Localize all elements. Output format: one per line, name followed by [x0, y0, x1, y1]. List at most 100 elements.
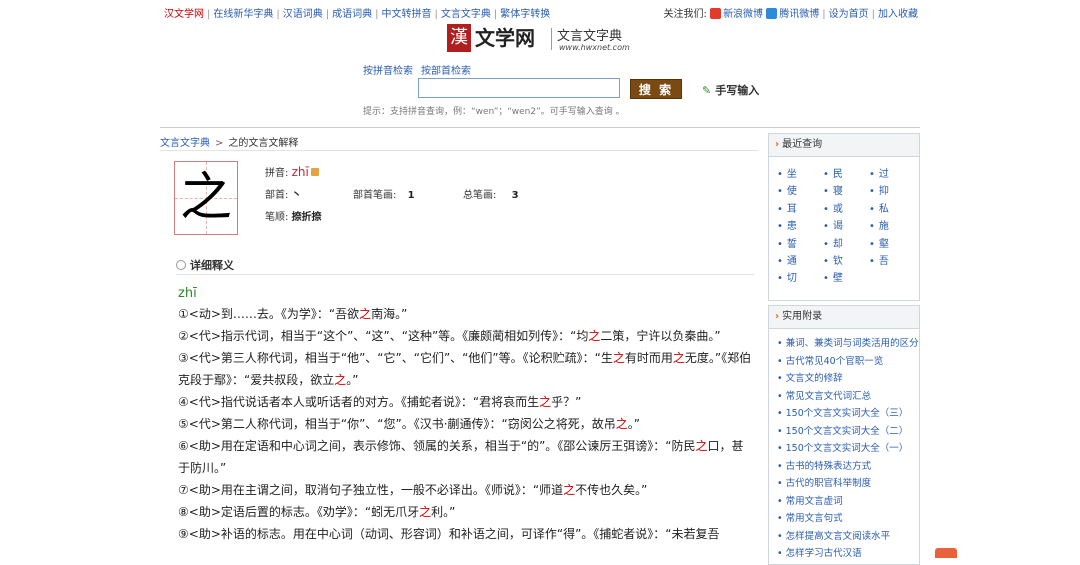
definition-text: 有时而用: [624, 351, 673, 365]
appendix-link[interactable]: • 150个文言文实词大全（三）: [777, 405, 919, 423]
search-input[interactable]: [418, 78, 620, 98]
recent-query-item[interactable]: • 或: [823, 200, 843, 215]
appendix-link[interactable]: • 怎样学习古代汉语: [777, 545, 919, 563]
bullet-icon: •: [823, 203, 829, 215]
nav-link-wenyan[interactable]: 文言文字典: [441, 9, 491, 20]
recent-queries-title: 最近查询: [782, 139, 823, 150]
recent-query-item[interactable]: • 誓: [777, 235, 797, 250]
recent-query-item[interactable]: • 切: [777, 269, 797, 284]
definition-item: ⑤<代>第二人称代词，相当于“你”、“您”。《汉书·蒯通传》：“窃闵公之将死，故…: [178, 413, 754, 435]
nav-link-xinhua[interactable]: 在线新华字典: [213, 9, 273, 20]
recent-query-item[interactable]: • 患: [777, 217, 797, 232]
definition-text: ⑦<助>用在主谓之间，取消句子独立性，一般不必译出。《师说》：“师道: [178, 483, 564, 497]
definition-text: ⑧<助>定语后置的标志。《劝学》：“蚓无爪牙: [178, 505, 420, 519]
handwrite-button[interactable]: ✎ 手写输入: [702, 82, 759, 98]
appendix-link[interactable]: • 常用文言句式: [777, 510, 919, 528]
appendix-link[interactable]: • 常见文言文代词汇总: [777, 388, 919, 406]
recent-query-item[interactable]: • 钦: [823, 252, 843, 267]
breadcrumb-root[interactable]: 文言文字典: [160, 138, 210, 149]
follow-label: 关注我们:: [663, 9, 707, 20]
top-right-links: 关注我们: 新浪微博 腾讯微博 | 设为首页 | 加入收藏: [663, 8, 918, 20]
recent-query-item[interactable]: • 却: [823, 235, 843, 250]
recent-query-label: 切: [786, 273, 797, 285]
bullet-icon: •: [869, 221, 875, 233]
recent-query-item[interactable]: • 民: [823, 165, 843, 180]
definition-text: ④<代>指代说话者本人或听话者的对方。《捕蛇者说》：“君将哀而生: [178, 395, 540, 409]
recent-query-item[interactable]: • 私: [869, 200, 889, 215]
recent-query-label: 过: [878, 169, 889, 180]
appendix-header: › 实用附录: [769, 306, 919, 329]
search-modes: 按拼音检索 按部首检索: [363, 62, 479, 77]
recent-query-item[interactable]: • 施: [869, 217, 889, 232]
appendix-link[interactable]: • 古代的职官科举制度: [777, 475, 919, 493]
nav-link-hanyu[interactable]: 汉语词典: [283, 9, 323, 20]
definition-text: 。”: [627, 417, 641, 431]
add-favorite-link[interactable]: 加入收藏: [878, 9, 918, 20]
recent-query-item[interactable]: • 谒: [823, 217, 843, 232]
appendix-link-label: 150个文言文实词大全（三）: [785, 408, 909, 419]
recent-query-label: 使: [786, 186, 797, 198]
recent-query-item[interactable]: • 吾: [869, 252, 889, 267]
recent-query-item[interactable]: • 过: [869, 165, 889, 180]
recent-query-item[interactable]: • 抑: [869, 182, 889, 197]
search-button[interactable]: 搜 索: [630, 79, 682, 99]
appendix-link[interactable]: • 150个文言文实词大全（二）: [777, 423, 919, 441]
tencent-weibo-icon: [766, 8, 778, 19]
radical-label: 部首:: [265, 190, 289, 201]
site-logo[interactable]: 漢 文学网 文言文字典 www.hwxnet.com: [447, 24, 647, 54]
set-home-link[interactable]: 设为首页: [829, 9, 869, 20]
appendix-link[interactable]: • 古代常见40个官职一览: [777, 353, 919, 371]
recent-query-item[interactable]: • 通: [777, 252, 797, 267]
bullet-icon: •: [823, 221, 829, 233]
recent-query-item[interactable]: • 耳: [777, 200, 797, 215]
weibo-link[interactable]: 新浪微博: [723, 9, 763, 20]
total-strokes-value: 3: [511, 190, 519, 201]
appendix-link[interactable]: • 古书的特殊表达方式: [777, 458, 919, 476]
floating-feedback-tab[interactable]: [935, 548, 957, 558]
search-mode-radical[interactable]: 按部首检索: [421, 66, 471, 77]
search-mode-pinyin[interactable]: 按拼音检索: [363, 66, 413, 77]
recent-queries-header: › 最近查询: [769, 134, 919, 157]
appendix-list: • 兼词、兼类词与词类活用的区分 • 古代常见40个官职一览 • 文言文的修辞 • 常见文言文…: [769, 329, 919, 563]
recent-query-label: 抑: [878, 186, 889, 198]
section-divider: [176, 274, 754, 275]
recent-query-label: 壁: [832, 273, 843, 285]
nav-link-fanti[interactable]: 繁体字转换: [500, 9, 550, 20]
definition-item: ④<代>指代说话者本人或听话者的对方。《捕蛇者说》：“君将哀而生之乎？”: [178, 391, 754, 413]
headword-highlight: 之: [334, 373, 347, 387]
caret-icon: ›: [775, 139, 780, 150]
recent-query-item[interactable]: • 壁: [823, 269, 843, 284]
bullet-icon: •: [869, 256, 875, 267]
recent-query-item[interactable]: • 壑: [869, 235, 889, 250]
breadcrumb-divider: [160, 150, 758, 151]
recent-query-item[interactable]: • 寝: [823, 182, 843, 197]
nav-link-pinyin[interactable]: 中文转拼音: [382, 9, 432, 20]
recent-query-label: 却: [832, 238, 843, 250]
appendix-link[interactable]: • 怎样提高文言文阅读水平: [777, 528, 919, 546]
bullet-icon: •: [777, 408, 783, 419]
appendix-link[interactable]: • 常用文言虚词: [777, 493, 919, 511]
search-hint: 提示：支持拼音查询，例：“wen”；“wen2”。可手写输入查询 。: [363, 107, 625, 117]
pinyin-value: zhī: [291, 165, 309, 179]
recent-query-label: 通: [786, 256, 797, 267]
bullet-icon: •: [777, 443, 783, 454]
nav-link-chengyu[interactable]: 成语词典: [332, 9, 372, 20]
definition-list: ①<动>到……去。《为学》：“吾欲之南海。” ②<代>指示代词，相当于“这个”、“…: [178, 303, 754, 545]
recent-query-item[interactable]: • 使: [777, 182, 797, 197]
bullet-icon: •: [869, 203, 875, 215]
total-strokes-row: 总笔画: 3: [463, 186, 519, 201]
recent-query-label: 患: [786, 221, 797, 233]
top-bar: 汉文学网 | 在线新华字典 | 汉语词典 | 成语词典 | 中文转拼音 | 文言文字典 | 繁体字转换 …: [160, 0, 920, 22]
appendix-link[interactable]: • 150个文言文实词大全（一）: [777, 440, 919, 458]
appendix-link[interactable]: • 文言文的修辞: [777, 370, 919, 388]
appendix-link-label: 怎样学习古代汉语: [785, 548, 862, 559]
recent-query-item[interactable]: • 坐: [777, 165, 797, 180]
tencent-weibo-link[interactable]: 腾讯微博: [779, 9, 819, 20]
nav-link-hanwenxue[interactable]: 汉文学网: [164, 9, 204, 20]
bullet-icon: •: [777, 273, 783, 285]
appendix-link[interactable]: • 兼词、兼类词与词类活用的区分: [777, 335, 919, 353]
definition-text: 二策，宁许以负秦曲。”: [600, 329, 721, 343]
speaker-icon[interactable]: [310, 168, 319, 176]
stroke-order-row: 笔顺: 捺折捺: [265, 208, 322, 223]
definition-item: ①<动>到……去。《为学》：“吾欲之南海。”: [178, 303, 754, 325]
